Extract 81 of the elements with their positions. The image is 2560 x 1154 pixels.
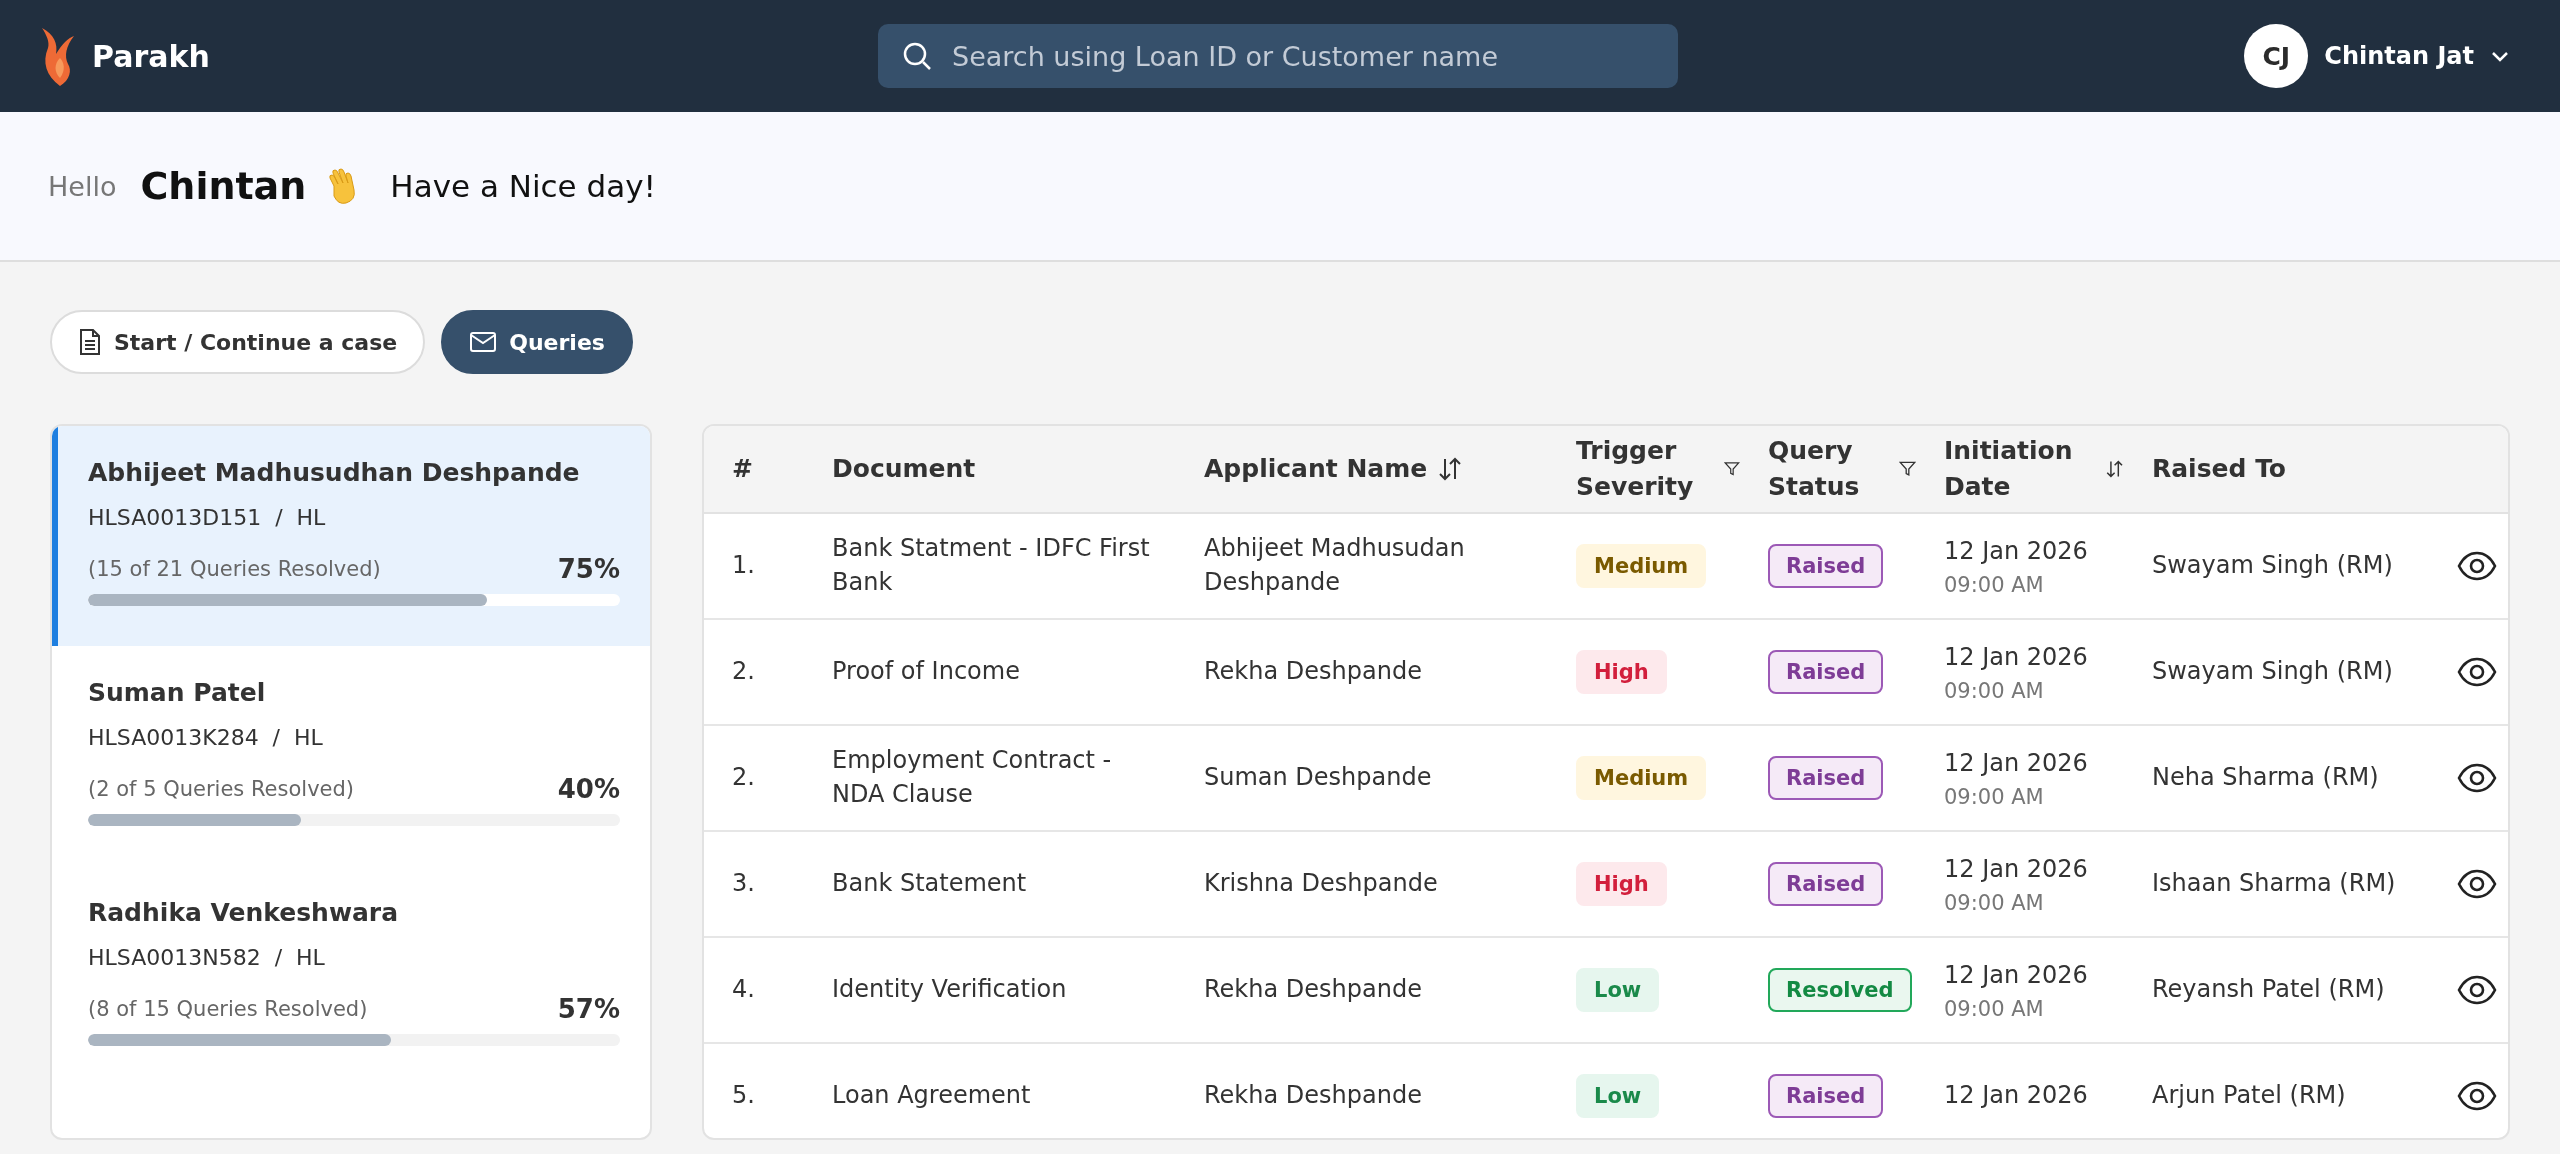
progress-text: (8 of 15 Queries Resolved) [88, 997, 368, 1021]
column-header: Query Status [1768, 434, 1861, 503]
table-cell-text: Reyansh Patel (RM) [2151, 974, 2386, 1006]
column-header: Document [832, 452, 976, 485]
date-text: 12 Jan 2026 [1944, 642, 2089, 674]
column-header: Applicant Name [1204, 452, 1428, 485]
mail-icon [469, 331, 498, 353]
column-header: # [732, 452, 753, 485]
user-name[interactable]: Chintan Jat [2324, 42, 2474, 70]
table-cell-text: 5. [731, 1080, 756, 1112]
greeting-hello: Hello [48, 170, 117, 202]
table-cell-text: 2. [731, 656, 756, 688]
severity-badge: Medium [1576, 544, 1707, 588]
progress-percent: 75% [557, 554, 620, 584]
severity-badge: Low [1576, 968, 1660, 1012]
time-text: 09:00 AM [1944, 996, 2044, 1021]
table-cell-text: Bank Statement [831, 868, 1028, 900]
status-badge: Resolved [1768, 968, 1912, 1012]
time-text: 09:00 AM [1944, 784, 2044, 809]
column-header: Trigger Severity [1576, 434, 1695, 503]
search-input[interactable]: Search using Loan ID or Customer name [950, 39, 1654, 73]
date-text: 12 Jan 2026 [1944, 854, 2089, 886]
severity-badge: High [1576, 650, 1667, 694]
document-icon [78, 328, 102, 356]
table-cell-text: 2. [731, 762, 756, 794]
table-cell-text: Rekha Deshpande [1203, 1080, 1423, 1112]
status-badge: Raised [1768, 756, 1884, 800]
table-cell-text: Employment Contract - NDA Clause [831, 745, 1113, 810]
table-cell-text: Suman Deshpande [1203, 762, 1433, 794]
table-cell-text: Rekha Deshpande [1203, 974, 1423, 1006]
brand-name: Parakh [92, 38, 210, 74]
status-badge: Raised [1768, 544, 1884, 588]
severity-badge: High [1576, 862, 1667, 906]
table-cell-text: Abhijeet Madhusudan Deshpande [1203, 533, 1466, 598]
table-cell-text: Bank Statment - IDFC First Bank [831, 533, 1151, 598]
search-bar[interactable]: Search using Loan ID or Customer name [878, 24, 1678, 88]
table-cell-text: 1. [731, 550, 756, 582]
column-header: Raised To [2152, 452, 2287, 485]
greeting-name: Chintan [140, 164, 307, 208]
progress-text: (15 of 21 Queries Resolved) [88, 557, 381, 581]
table-cell-text: Rekha Deshpande [1203, 656, 1423, 688]
chevron-down-icon[interactable] [2490, 49, 2510, 63]
case-id: HLSA0013D151 / HL [88, 505, 327, 530]
case-name: Radhika Venkeshwara [88, 898, 400, 927]
table-cell-text: Arjun Patel (RM) [2151, 1080, 2347, 1112]
case-id: HLSA0013N582 / HL [88, 945, 326, 970]
time-text: 09:00 AM [1944, 572, 2044, 597]
date-text: 12 Jan 2026 [1944, 536, 2089, 568]
severity-badge: Medium [1576, 756, 1707, 800]
table-cell-text: 3. [731, 868, 756, 900]
status-badge: Raised [1768, 650, 1884, 694]
table-cell-text: Identity Verification [831, 974, 1068, 1006]
severity-badge: Low [1576, 1074, 1660, 1118]
column-header: Initiation Date [1944, 434, 2074, 503]
table-cell-text: Neha Sharma (RM) [2151, 762, 2380, 794]
status-badge: Raised [1768, 1074, 1884, 1118]
nav-button[interactable]: Queries [441, 310, 633, 374]
date-text: 12 Jan 2026 [1944, 960, 2089, 992]
case-name: Suman Patel [88, 678, 267, 707]
greeting-message: Have a Nice day! [390, 168, 656, 204]
date-text: 12 Jan 2026 [1944, 1080, 2089, 1112]
time-text: 09:00 AM [1944, 890, 2044, 915]
case-name: Abhijeet Madhusudhan Deshpande [88, 458, 581, 487]
table-cell-text: Krishna Deshpande [1203, 868, 1439, 900]
progress-percent: 57% [557, 994, 620, 1024]
table-cell-text: Ishaan Sharma (RM) [2151, 868, 2397, 900]
progress-percent: 40% [557, 774, 620, 804]
time-text: 09:00 AM [1944, 678, 2044, 703]
user-avatar[interactable]: CJ [2244, 24, 2309, 88]
date-text: 12 Jan 2026 [1944, 748, 2089, 780]
table-cell-text: Swayam Singh (RM) [2151, 656, 2394, 688]
status-badge: Raised [1768, 862, 1884, 906]
table-cell-text: Swayam Singh (RM) [2151, 550, 2394, 582]
table-cell-text: 4. [731, 974, 756, 1006]
progress-text: (2 of 5 Queries Resolved) [88, 777, 354, 801]
search-icon [902, 41, 932, 71]
table-cell-text: Loan Agreement [831, 1080, 1032, 1112]
table-cell-text: Proof of Income [831, 656, 1021, 688]
case-id: HLSA0013K284 / HL [88, 725, 324, 750]
case-item[interactable]: Abhijeet Madhusudhan Deshpande HLSA0013D151 / HL (15 of 21 Queries Resolved) 75% [52, 426, 650, 646]
nav-button[interactable]: Start / Continue a case [50, 310, 426, 374]
